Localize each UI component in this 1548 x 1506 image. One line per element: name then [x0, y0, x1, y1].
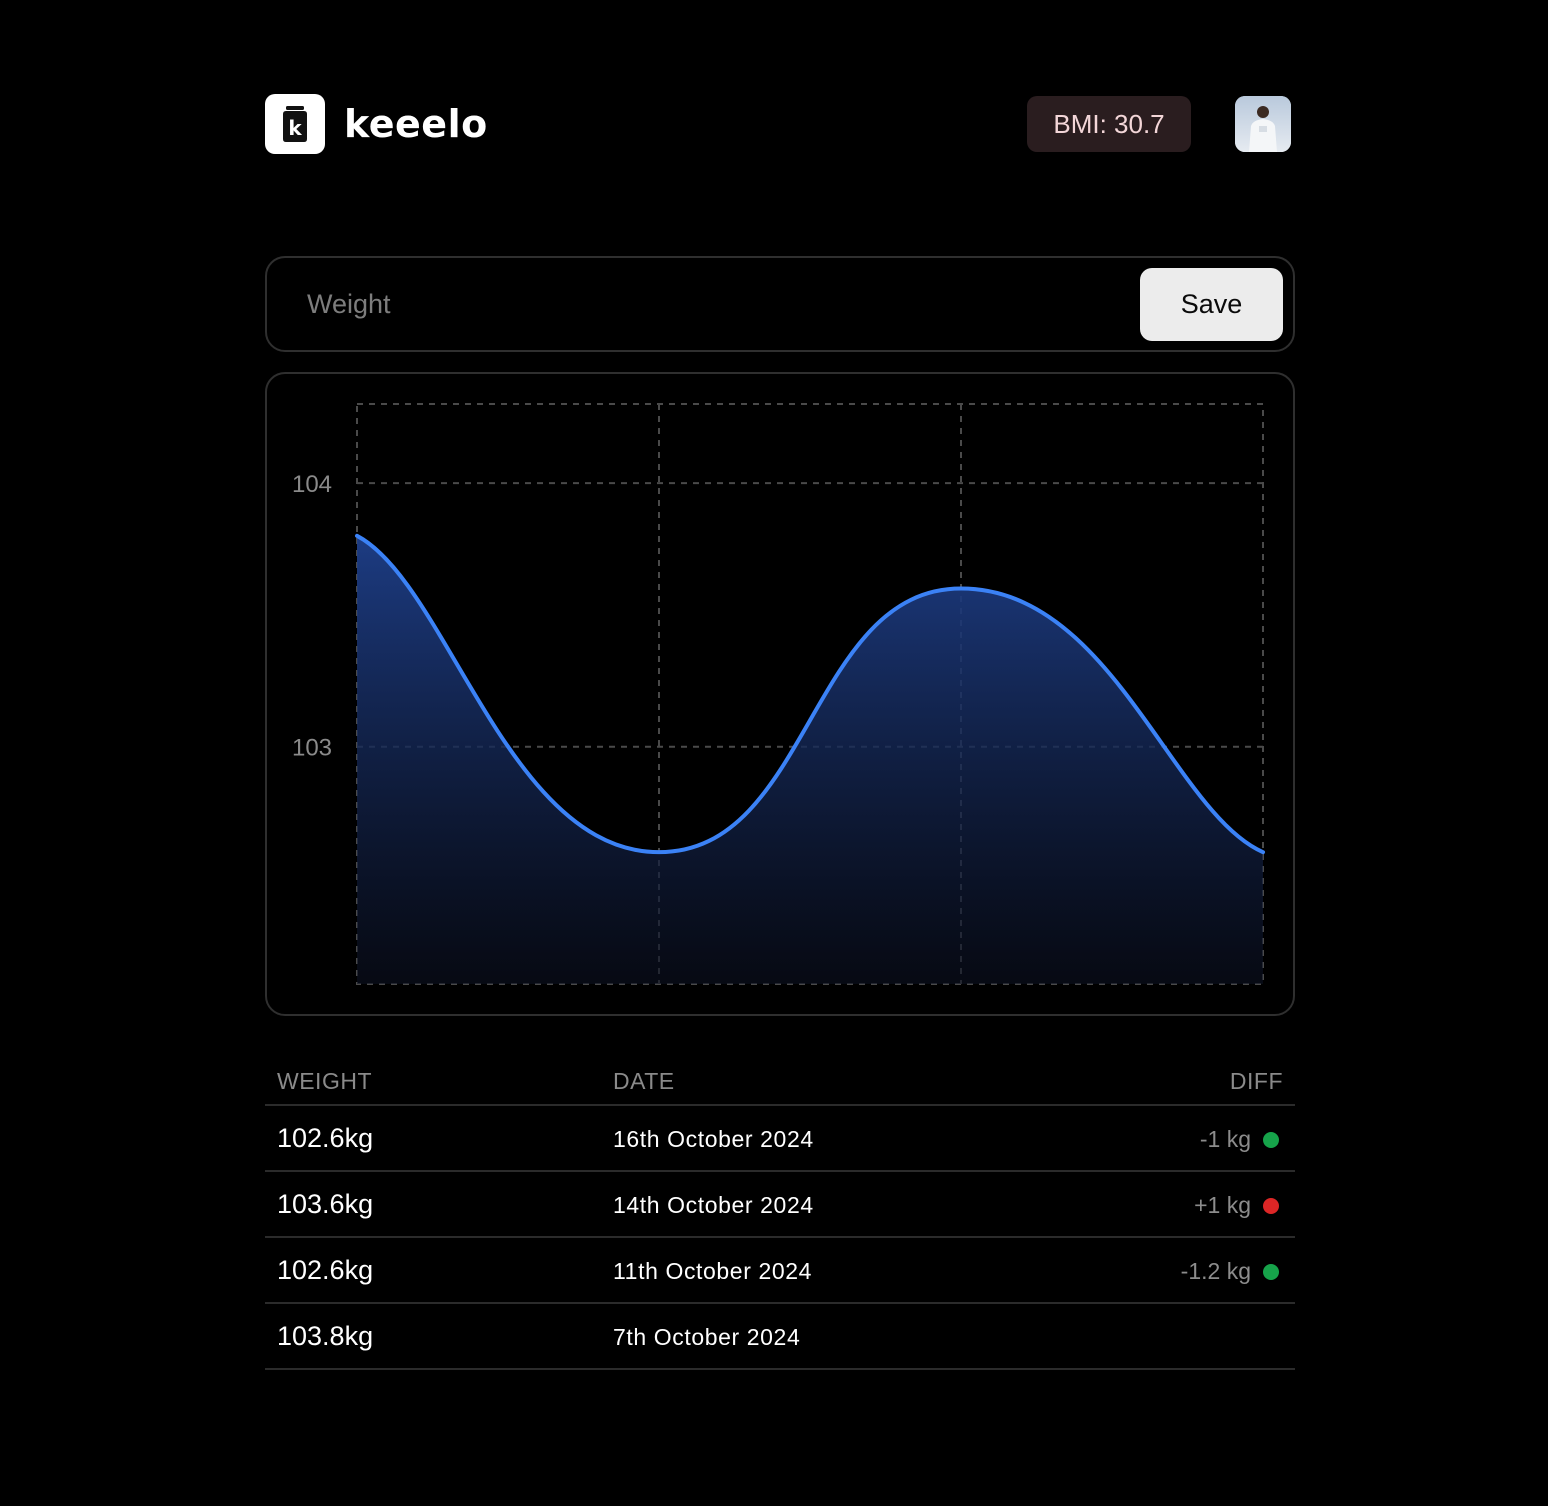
row-weight: 102.6kg	[277, 1255, 374, 1285]
table-row[interactable]: 103.6kg 14th October 2024 +1 kg	[265, 1172, 1295, 1238]
logo-letter: k	[288, 116, 302, 140]
column-header-diff: DIFF	[1229, 1068, 1283, 1094]
chart-y-tick-label: 104	[292, 471, 332, 498]
app-name: keeelo	[344, 102, 488, 146]
chart-area-fill	[357, 535, 1263, 984]
status-dot-icon	[1263, 1198, 1279, 1214]
user-avatar-icon	[1235, 96, 1291, 152]
row-weight: 102.6kg	[277, 1123, 374, 1153]
column-header-weight: WEIGHT	[277, 1068, 372, 1094]
app-logo[interactable]: k keeelo	[265, 94, 488, 154]
table-row[interactable]: 102.6kg 16th October 2024 -1 kg	[265, 1106, 1295, 1172]
table-row[interactable]: 103.8kg 7th October 2024	[265, 1304, 1295, 1370]
row-date: 11th October 2024	[613, 1258, 813, 1284]
row-date: 16th October 2024	[613, 1126, 814, 1152]
header: k keeelo BMI: 30.7	[265, 94, 1291, 154]
status-dot-icon	[1263, 1264, 1279, 1280]
weight-input[interactable]	[307, 280, 1127, 328]
table-header: WEIGHT DATE DIFF	[265, 1058, 1295, 1106]
weight-history-table: WEIGHT DATE DIFF 102.6kg 16th October 20…	[265, 1058, 1295, 1370]
avatar[interactable]	[1235, 96, 1291, 152]
weight-entry-card: Save	[265, 256, 1295, 352]
app-root: k keeelo BMI: 30.7 Save	[0, 0, 1548, 1506]
kettlebell-logo-icon: k	[265, 94, 325, 154]
column-header-date: DATE	[613, 1068, 675, 1094]
chart-y-tick-label: 103	[292, 735, 332, 762]
status-dot-icon	[1263, 1132, 1279, 1148]
weight-chart: 103 104	[265, 372, 1295, 1016]
row-date: 14th October 2024	[613, 1192, 814, 1218]
row-diff: +1 kg	[1194, 1192, 1251, 1218]
row-weight: 103.6kg	[277, 1189, 374, 1219]
bmi-badge: BMI: 30.7	[1027, 96, 1191, 152]
row-diff: -1 kg	[1199, 1126, 1251, 1152]
row-date: 7th October 2024	[613, 1324, 801, 1350]
table-row[interactable]: 102.6kg 11th October 2024 -1.2 kg	[265, 1238, 1295, 1304]
row-weight: 103.8kg	[277, 1321, 374, 1351]
weight-chart-svg: 103 104	[292, 403, 1265, 985]
save-button[interactable]: Save	[1140, 268, 1283, 341]
row-diff: -1.2 kg	[1180, 1258, 1251, 1284]
